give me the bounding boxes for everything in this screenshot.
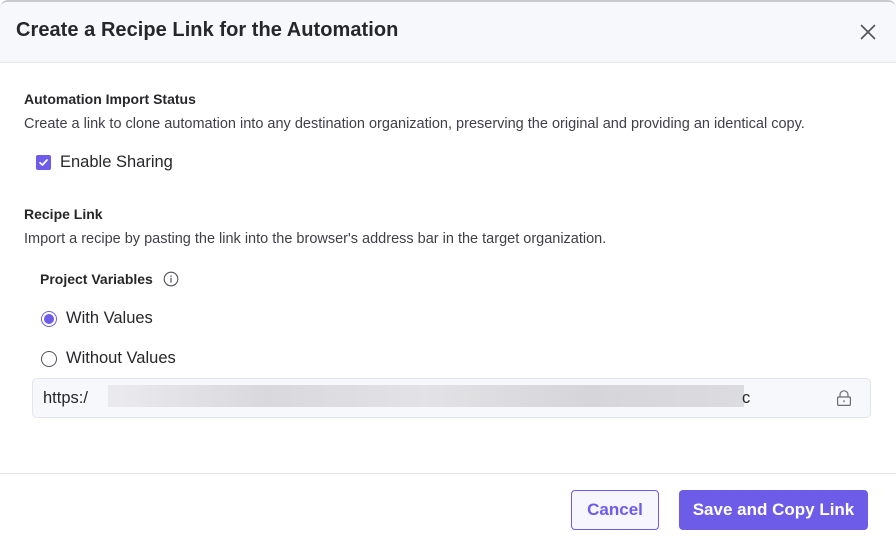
link-prefix: https:/ [43,389,88,407]
radio-with-values[interactable]: With Values [41,309,153,328]
close-button[interactable] [856,20,880,44]
checkmark-icon [39,159,48,166]
radio-label-with-values: With Values [66,309,153,327]
checkbox-checked[interactable] [36,155,51,170]
link-suffix: c [742,389,751,407]
recipe-link-field[interactable]: https:/ c [32,378,871,418]
enable-sharing-label: Enable Sharing [60,153,173,171]
close-icon [860,24,876,40]
project-variables-header: Project Variables [40,271,179,287]
import-status-title: Automation Import Status [24,91,196,107]
radio-button-selected[interactable] [41,310,57,327]
footer-divider [0,473,896,474]
enable-sharing-checkbox[interactable]: Enable Sharing [36,153,173,172]
recipe-link-description: Import a recipe by pasting the link into… [24,231,607,247]
import-status-description: Create a link to clone automation into a… [24,116,805,132]
recipe-link-title: Recipe Link [24,206,103,222]
link-redacted-region [108,385,744,407]
project-variables-label: Project Variables [40,271,153,287]
radio-label-without-values: Without Values [66,349,176,367]
radio-without-values[interactable]: Without Values [41,349,176,368]
radio-button-unselected[interactable] [41,350,57,367]
dialog-header: Create a Recipe Link for the Automation [0,2,896,63]
cancel-button[interactable]: Cancel [571,490,659,530]
dialog-title: Create a Recipe Link for the Automation [16,19,399,41]
lock-icon [836,390,852,406]
recipe-link-dialog: Create a Recipe Link for the Automation … [0,0,896,543]
save-and-copy-link-button[interactable]: Save and Copy Link [679,490,868,530]
info-icon[interactable] [163,271,179,287]
